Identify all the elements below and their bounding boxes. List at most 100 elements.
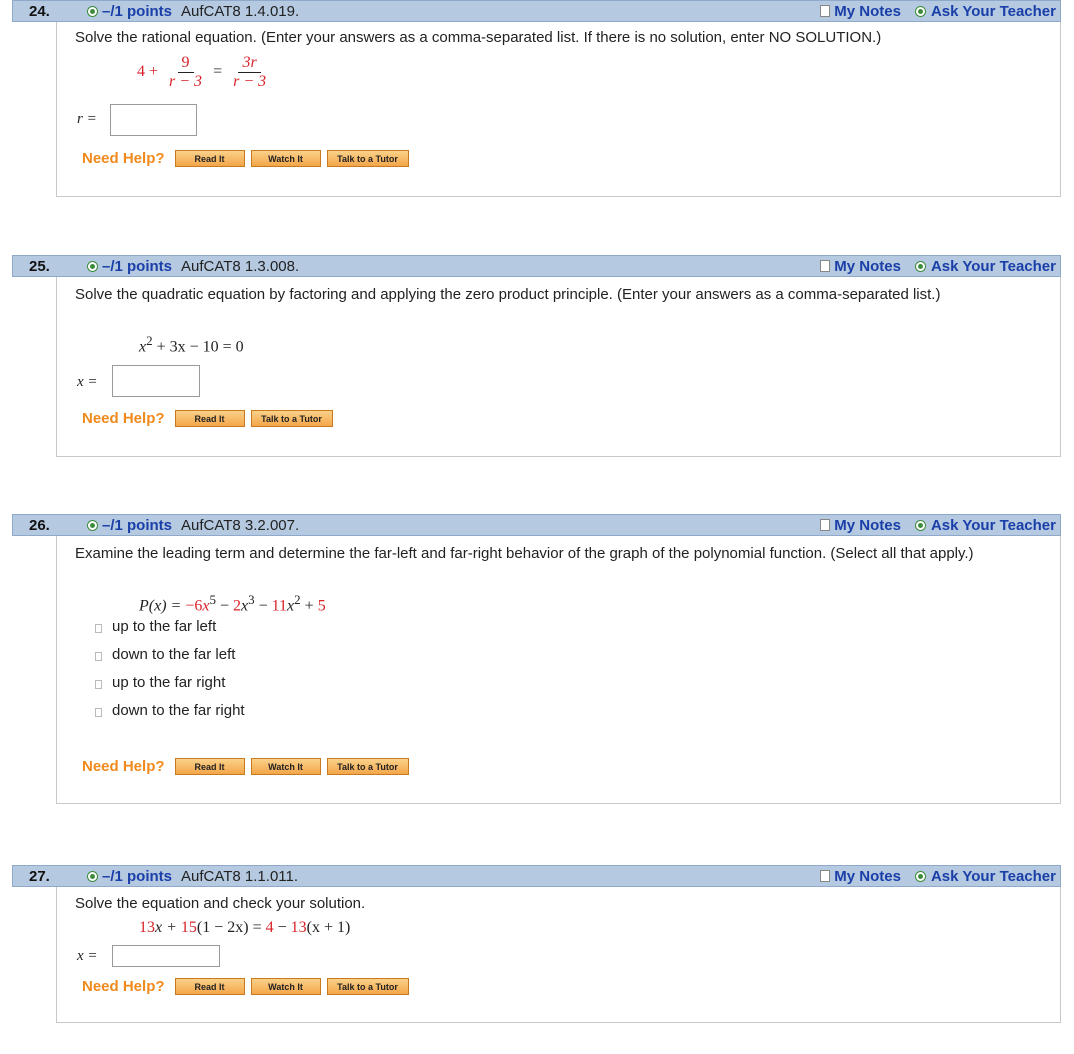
option-down-far-left[interactable]: down to the far left — [95, 646, 235, 663]
question-body: Solve the quadratic equation by factorin… — [56, 277, 1061, 457]
checkbox[interactable] — [95, 680, 102, 689]
need-help-bar: Need Help? Read It Watch It Talk to a Tu… — [82, 758, 415, 775]
question-number: 24. — [29, 2, 50, 20]
points-link[interactable]: –/1 points — [102, 868, 172, 885]
eq-lhs: P(x) = — [139, 597, 182, 615]
eq-part-e: 4 — [265, 919, 274, 936]
talk-tutor-button[interactable]: Talk to a Tutor — [250, 410, 333, 427]
ask-teacher-icon[interactable] — [914, 870, 926, 882]
points-link[interactable]: –/1 points — [102, 258, 172, 275]
frac2-denominator: r − 3 — [233, 73, 267, 90]
checkbox[interactable] — [95, 708, 102, 717]
answer-label: r = — [77, 111, 97, 127]
eq-part-d: (1 − 2x) = — [196, 919, 266, 936]
eq-op-2: − — [258, 597, 268, 615]
answer-label: x = — [77, 374, 98, 390]
talk-tutor-button[interactable]: Talk to a Tutor — [326, 978, 409, 995]
ask-teacher-link[interactable]: Ask Your Teacher — [931, 868, 1056, 885]
question-body: Examine the leading term and determine t… — [56, 536, 1061, 804]
question-26: 26. –/1 points AufCAT8 3.2.007. My Notes… — [12, 514, 1061, 804]
need-help-bar: Need Help? Read It Watch It Talk to a Tu… — [82, 150, 415, 167]
eq-exp-1: 5 — [209, 592, 216, 607]
question-header: 27. –/1 points AufCAT8 1.1.011. My Notes… — [12, 865, 1061, 887]
read-it-button[interactable]: Read It — [174, 410, 245, 427]
eq-rest: + 3x − 10 = 0 — [152, 338, 244, 356]
eq-part-g: 13 — [290, 919, 307, 936]
eq-coef-2: 2 — [233, 597, 241, 615]
question-id: AufCAT8 1.1.011. — [181, 867, 299, 885]
eq-op-3: + — [304, 597, 314, 615]
eq-part-f: − — [273, 919, 291, 936]
question-24: 24. –/1 points AufCAT8 1.4.019. My Notes… — [12, 0, 1061, 197]
fraction-1: 9 r − 3 — [165, 54, 206, 91]
notes-icon[interactable] — [820, 870, 831, 882]
option-label: down to the far left — [112, 646, 236, 663]
expand-points-icon[interactable] — [87, 260, 98, 272]
option-down-far-right[interactable]: down to the far right — [95, 702, 245, 719]
option-label: up to the far left — [112, 618, 217, 635]
option-label: down to the far right — [112, 702, 245, 719]
notes-icon[interactable] — [820, 519, 831, 531]
question-25: 25. –/1 points AufCAT8 1.3.008. My Notes… — [12, 255, 1061, 457]
need-help-label: Need Help? — [82, 410, 165, 427]
my-notes-link[interactable]: My Notes — [834, 868, 901, 885]
expand-points-icon[interactable] — [87, 870, 98, 882]
expand-points-icon[interactable] — [87, 519, 98, 531]
frac1-numerator: 9 — [177, 54, 194, 73]
ask-teacher-icon[interactable] — [914, 260, 926, 272]
answer-input[interactable] — [110, 104, 197, 136]
my-notes-link[interactable]: My Notes — [834, 3, 901, 20]
answer-input[interactable] — [112, 945, 220, 967]
answer-input[interactable] — [112, 365, 200, 397]
need-help-bar: Need Help? Read It Watch It Talk to a Tu… — [82, 978, 415, 995]
answer-label: x = — [77, 948, 98, 964]
question-body: Solve the equation and check your soluti… — [56, 887, 1061, 1023]
notes-icon[interactable] — [820, 5, 831, 17]
read-it-button[interactable]: Read It — [174, 150, 245, 167]
talk-tutor-button[interactable]: Talk to a Tutor — [326, 758, 409, 775]
talk-tutor-button[interactable]: Talk to a Tutor — [326, 150, 409, 167]
watch-it-button[interactable]: Watch It — [250, 758, 321, 775]
ask-teacher-link[interactable]: Ask Your Teacher — [931, 517, 1056, 534]
eq-coef-1: −6 — [185, 597, 203, 615]
ask-teacher-link[interactable]: Ask Your Teacher — [931, 3, 1056, 20]
question-body: Solve the rational equation. (Enter your… — [56, 22, 1061, 197]
question-header: 24. –/1 points AufCAT8 1.4.019. My Notes… — [12, 0, 1061, 22]
question-number: 26. — [29, 516, 50, 534]
eq-const: 5 — [317, 597, 326, 615]
watch-it-button[interactable]: Watch It — [250, 150, 321, 167]
question-prompt: Solve the rational equation. (Enter your… — [75, 29, 882, 46]
equation: x2 + 3x − 10 = 0 — [139, 333, 244, 356]
my-notes-link[interactable]: My Notes — [834, 517, 901, 534]
option-up-far-right[interactable]: up to the far right — [95, 674, 225, 691]
watch-it-button[interactable]: Watch It — [250, 978, 321, 995]
eq-part-a: 13 — [139, 919, 155, 936]
checkbox[interactable] — [95, 624, 102, 633]
option-up-far-left[interactable]: up to the far left — [95, 618, 216, 635]
question-header: 26. –/1 points AufCAT8 3.2.007. My Notes… — [12, 514, 1061, 536]
eq-part-c: 15 — [180, 919, 197, 936]
need-help-label: Need Help? — [82, 758, 165, 775]
points-link[interactable]: –/1 points — [102, 3, 172, 20]
read-it-button[interactable]: Read It — [174, 758, 245, 775]
notes-icon[interactable] — [820, 260, 831, 272]
ask-teacher-icon[interactable] — [914, 519, 926, 531]
eq-op-1: − — [219, 597, 229, 615]
points-link[interactable]: –/1 points — [102, 517, 172, 534]
fraction-2: 3r r − 3 — [229, 54, 270, 91]
eq-equals: = — [213, 63, 223, 81]
question-27: 27. –/1 points AufCAT8 1.1.011. My Notes… — [12, 865, 1061, 1023]
eq-coef-3: 11 — [271, 597, 288, 615]
checkbox[interactable] — [95, 652, 102, 661]
expand-points-icon[interactable] — [87, 5, 98, 17]
eq-constant: 4 + — [137, 63, 159, 81]
ask-teacher-icon[interactable] — [914, 5, 926, 17]
question-prompt: Solve the equation and check your soluti… — [75, 895, 366, 912]
need-help-label: Need Help? — [82, 978, 165, 995]
need-help-label: Need Help? — [82, 150, 165, 167]
read-it-button[interactable]: Read It — [174, 978, 245, 995]
eq-part-b: x + — [155, 919, 181, 936]
ask-teacher-link[interactable]: Ask Your Teacher — [931, 258, 1056, 275]
eq-exp-2: 3 — [248, 592, 255, 607]
my-notes-link[interactable]: My Notes — [834, 258, 901, 275]
